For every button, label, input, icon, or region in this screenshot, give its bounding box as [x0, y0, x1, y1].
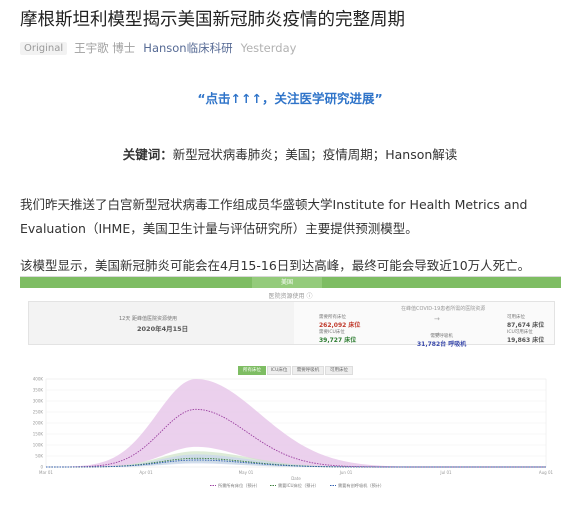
legend-label: 所需所有床位（预计） — [218, 482, 260, 489]
resource-projection-chart: 0 50K 100K 150K 200K 250K 300K 350K 400K Mar 01 Ap… — [33, 377, 554, 490]
arrow-icon: → — [434, 315, 440, 323]
days-to-peak-label: 12天 距峰值医院资源使用 — [119, 316, 177, 322]
keywords-label: 关键词： — [122, 147, 173, 162]
cell-icu-beds: 需要ICU床位 39,727 床位 — [319, 329, 356, 344]
article-title: 摩根斯坦利模型揭示美国新冠肺炎疫情的完整周期 — [20, 10, 405, 30]
hospital-resource-heading: 医院资源使用 ⓘ — [268, 293, 313, 300]
cell-icu-available: ICU可用床位 19,863 床位 — [507, 329, 544, 344]
paragraph-1: 我们昨天推送了白宫新型冠状病毒工作组成员华盛顿大学Institute for H… — [20, 197, 528, 236]
y-tick-label: 400K — [33, 377, 44, 382]
y-tick-label: 50K — [35, 454, 43, 459]
x-axis-label: Date — [291, 476, 301, 481]
x-tick-label: Jun 01 — [339, 470, 353, 475]
article-meta: Original 王宇歌 博士 Hanson临床科研 Yesterday — [20, 40, 296, 56]
x-tick-label: Jul 01 — [439, 470, 452, 475]
paragraph-2: 该模型显示，美国新冠肺炎可能会在4月15-16日到达高峰，最终可能会导致近10万… — [20, 258, 531, 273]
x-tick-label: Apr 01 — [139, 470, 153, 475]
cell-all-beds: 需要所有床位 262,092 床位 — [319, 314, 360, 329]
embedded-screenshot[interactable]: 美国 医院资源使用 ⓘ 12天 距峰值医院资源使用 2020年4月15日 在峰值… — [20, 276, 561, 511]
country-tab[interactable]: 美国 — [252, 277, 322, 288]
y-tick-label: 350K — [33, 388, 44, 393]
legend-label: 需要ICU床位（预计） — [278, 482, 319, 489]
author-name: 王宇歌 博士 — [74, 41, 136, 55]
x-tick-label: Mar 01 — [39, 470, 53, 475]
cell-value: 87,674 床位 — [507, 322, 545, 329]
y-tick-label: 150K — [33, 432, 44, 437]
cell-available-beds: 可用床位 87,674 床位 — [507, 314, 544, 329]
peak-date: 2020年4月15日 — [137, 325, 189, 333]
country-bar: 美国 — [20, 277, 561, 288]
peak-date-box: 12天 距峰值医院资源使用 2020年4月15日 — [29, 302, 294, 344]
original-badge: Original — [20, 41, 68, 55]
y-tick-label: 200K — [33, 421, 44, 426]
peak-resources-title: 在峰值COVID-19患者所需的医院资源 — [401, 306, 486, 312]
y-tick-label: 100K — [33, 443, 44, 448]
publish-date: Yesterday — [240, 41, 297, 55]
keywords-text: 新型冠状病毒肺炎；美国；疫情周期；Hanson解读 — [172, 147, 458, 162]
cell-value: 262,092 床位 — [319, 322, 361, 329]
keywords-line: 关键词：新型冠状病毒肺炎；美国；疫情周期；Hanson解读 — [0, 144, 580, 163]
legend-label: 需要有创呼吸机（预计） — [338, 482, 384, 489]
y-tick-label: 300K — [33, 399, 44, 404]
x-tick-label: May 01 — [239, 470, 254, 475]
x-tick-label: Aug 01 — [539, 470, 554, 475]
peak-summary-panel: 12天 距峰值医院资源使用 2020年4月15日 在峰值COVID-19患者所需… — [28, 301, 555, 348]
follow-prompt: “点击↑↑↑，关注医学研究进展” — [197, 91, 383, 106]
y-tick-label: 250K — [33, 410, 44, 415]
account-link[interactable]: Hanson临床科研 — [143, 40, 232, 56]
y-tick-label: 0 — [40, 465, 43, 470]
